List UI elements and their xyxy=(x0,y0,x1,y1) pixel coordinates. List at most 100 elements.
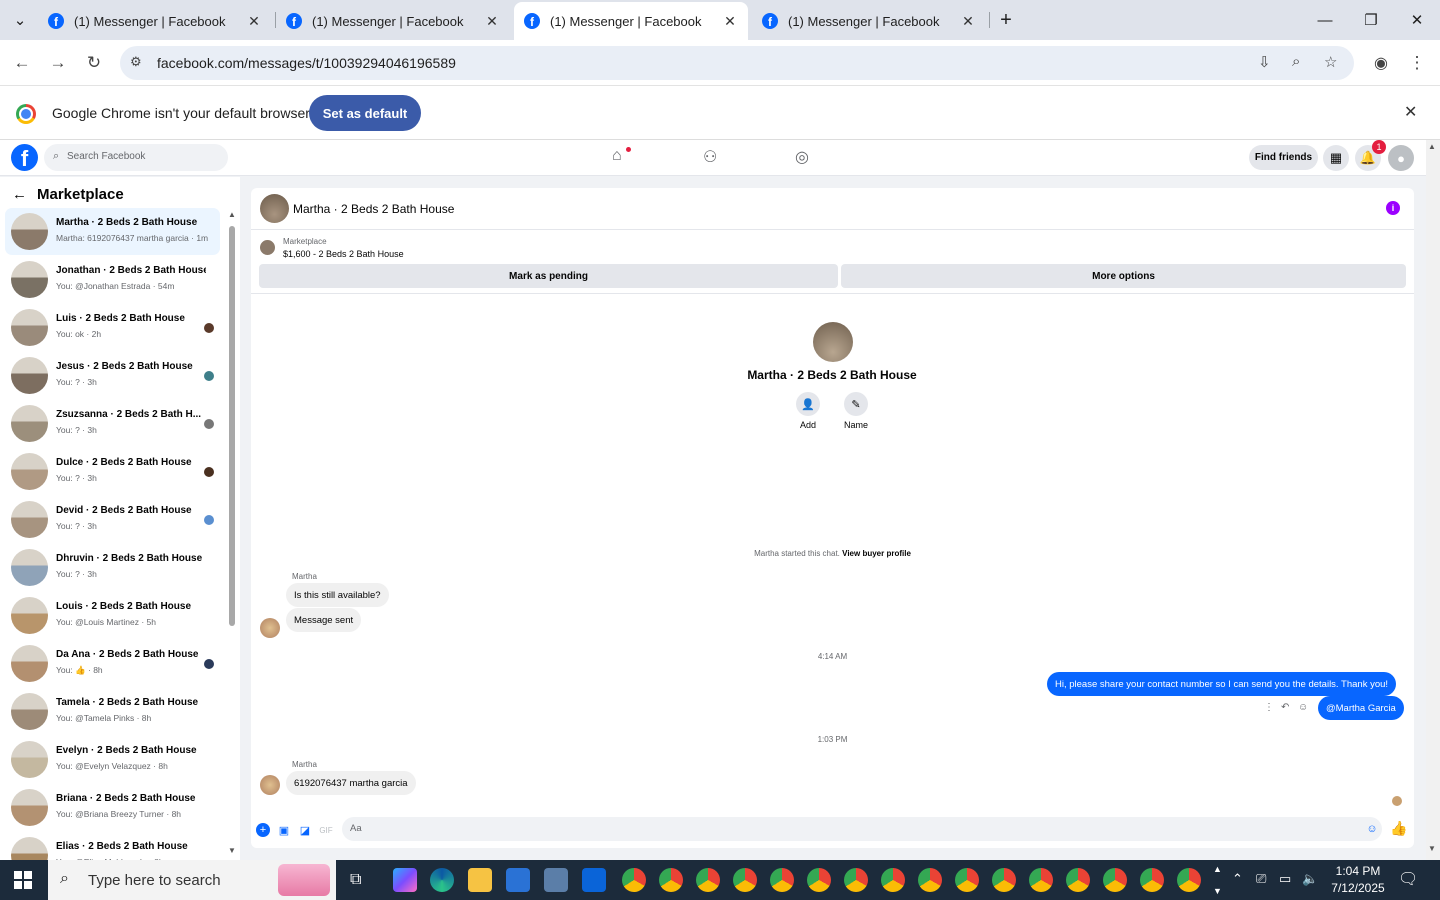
plus-circle-icon[interactable]: + xyxy=(256,823,270,837)
react-emoji-icon[interactable]: ☺ xyxy=(1298,702,1308,713)
groups-icon[interactable]: ◎ xyxy=(795,147,809,167)
conversation-item[interactable]: Devid · 2 Beds 2 Bath House You: ? · 3h xyxy=(5,496,220,543)
photo-icon[interactable]: ▣ xyxy=(277,823,291,837)
scroll-up-icon[interactable]: ▲ xyxy=(1213,864,1222,874)
windows-start-icon[interactable] xyxy=(14,871,32,889)
close-infobar-icon[interactable]: ✕ xyxy=(1404,102,1417,122)
chrome-profile-icon[interactable] xyxy=(1103,868,1127,892)
edge-icon[interactable] xyxy=(430,868,454,892)
chrome-profile-icon[interactable] xyxy=(770,868,794,892)
conversation-item[interactable]: Da Ana · 2 Beds 2 Bath House You: 👍 · 8h xyxy=(5,640,220,687)
chrome-profile-icon[interactable] xyxy=(1177,868,1201,892)
conversation-item[interactable]: Jonathan · 2 Beds 2 Bath House You: @Jona… xyxy=(5,256,220,303)
browser-tab-2[interactable]: f (1) Messenger | Facebook ✕ xyxy=(276,2,510,40)
chrome-profile-icon[interactable] xyxy=(696,868,720,892)
conversation-item[interactable]: Dulce · 2 Beds 2 Bath House You: ? · 3h xyxy=(5,448,220,495)
scroll-up-icon[interactable]: ▲ xyxy=(1428,142,1436,151)
profile-avatar[interactable] xyxy=(813,322,853,362)
conversation-item[interactable]: Briana · 2 Beds 2 Bath House You: @Briana… xyxy=(5,784,220,831)
pencil-icon[interactable]: ✎ xyxy=(844,392,868,416)
browser-tab-4[interactable]: f (1) Messenger | Facebook ✕ xyxy=(752,2,986,40)
scroll-up-icon[interactable]: ▲ xyxy=(228,210,236,219)
new-tab-button[interactable]: + xyxy=(986,0,1026,40)
emoji-icon[interactable]: ☺ xyxy=(1365,822,1379,836)
info-icon[interactable]: i xyxy=(1386,201,1400,215)
address-bar[interactable]: ⚙ facebook.com/messages/t/10039294046196… xyxy=(120,46,1354,80)
menu-grid-icon[interactable]: ▦ xyxy=(1323,145,1349,171)
add-action[interactable]: 👤 Add xyxy=(788,392,828,430)
scroll-down-icon[interactable]: ▼ xyxy=(1428,844,1436,853)
page-scrollbar[interactable]: ▲ ▼ xyxy=(1426,140,1440,860)
find-friends-button[interactable]: Find friends xyxy=(1249,145,1318,170)
mark-as-pending-button[interactable]: Mark as pending xyxy=(259,264,838,288)
sticker-icon[interactable]: ◪ xyxy=(298,823,312,837)
tab-search-dropdown[interactable]: ⌄ xyxy=(0,0,40,40)
listing-price[interactable]: $1,600 - 2 Beds 2 Bath House xyxy=(283,249,404,259)
message-bubble-outgoing[interactable]: @Martha Garcia xyxy=(1318,696,1404,720)
network-icon[interactable]: ▭ xyxy=(1279,871,1291,887)
url-text[interactable]: facebook.com/messages/t/1003929404619658… xyxy=(157,55,456,71)
conversation-item[interactable]: Luis · 2 Beds 2 Bath House You: ok · 2h xyxy=(5,304,220,351)
facebook-search-input[interactable]: ⌕ Search Facebook xyxy=(44,144,228,171)
friends-icon[interactable]: ⚇ xyxy=(703,147,717,167)
browser-tab-1[interactable]: f (1) Messenger | Facebook ✕ xyxy=(38,2,272,40)
thumbs-up-icon[interactable]: 👍 xyxy=(1390,820,1407,836)
scroll-down-icon[interactable]: ▼ xyxy=(228,846,236,855)
minimize-button[interactable]: — xyxy=(1302,0,1348,40)
close-tab-icon[interactable]: ✕ xyxy=(960,13,976,30)
set-as-default-button[interactable]: Set as default xyxy=(309,95,421,131)
chrome-profile-icon[interactable] xyxy=(955,868,979,892)
message-input[interactable]: Aa xyxy=(342,817,1382,841)
chrome-profile-icon[interactable] xyxy=(733,868,757,892)
message-bubble-incoming[interactable]: Message sent xyxy=(286,608,362,632)
task-view-icon[interactable]: ⧉ xyxy=(350,871,361,889)
account-avatar-icon[interactable]: ● xyxy=(1388,145,1414,171)
sender-avatar[interactable] xyxy=(260,618,280,638)
notification-center-icon[interactable]: 🗨 xyxy=(1398,869,1418,889)
reload-button[interactable]: ↻ xyxy=(79,48,109,78)
conversation-item[interactable]: Dhruvin · 2 Beds 2 Bath House You: ? · 3h xyxy=(5,544,220,591)
app-icon[interactable] xyxy=(544,868,568,892)
home-icon[interactable]: ⌂ xyxy=(612,147,622,165)
close-tab-icon[interactable]: ✕ xyxy=(484,13,500,30)
chrome-profile-icon[interactable] xyxy=(622,868,646,892)
outlook-icon[interactable] xyxy=(582,868,606,892)
chat-avatar[interactable] xyxy=(260,194,289,223)
chrome-profile-icon[interactable] xyxy=(844,868,868,892)
conversation-item[interactable]: Zsuzsanna · 2 Beds 2 Bath H... You: ? · 3… xyxy=(5,400,220,447)
message-bubble-incoming[interactable]: 6192076437 martha garcia xyxy=(286,771,416,795)
chrome-profile-icon[interactable] xyxy=(881,868,905,892)
name-action[interactable]: ✎ Name xyxy=(836,392,876,430)
bookmark-star-icon[interactable]: ☆ xyxy=(1324,53,1337,71)
message-bubble-incoming[interactable]: Is this still available? xyxy=(286,583,389,607)
volume-icon[interactable]: 🔈 xyxy=(1302,871,1318,887)
back-arrow-icon[interactable]: ← xyxy=(12,186,27,203)
chrome-profile-icon[interactable] xyxy=(1140,868,1164,892)
facebook-logo-icon[interactable]: f xyxy=(11,144,38,171)
chrome-profile-icon[interactable] xyxy=(1029,868,1053,892)
chrome-profile-icon[interactable] xyxy=(1066,868,1090,892)
meet-now-icon[interactable]: ⎚ xyxy=(1256,871,1266,887)
chat-title[interactable]: Martha · 2 Beds 2 Bath House xyxy=(293,202,454,216)
sidebar-scrollbar[interactable]: ▲ ▼ xyxy=(228,210,236,858)
gif-icon[interactable]: GIF xyxy=(319,823,333,837)
close-window-button[interactable]: ✕ xyxy=(1394,0,1440,40)
store-icon[interactable] xyxy=(506,868,530,892)
chrome-profile-icon[interactable] xyxy=(807,868,831,892)
install-app-icon[interactable]: ⇩ xyxy=(1258,53,1271,71)
message-bubble-outgoing[interactable]: Hi, please share your contact number so … xyxy=(1047,672,1397,696)
taskbar-search[interactable]: ⌕ Type here to search xyxy=(48,860,336,900)
profile-icon[interactable]: ◉ xyxy=(1366,48,1396,78)
maximize-button[interactable]: ❐ xyxy=(1348,0,1394,40)
clock[interactable]: 1:04 PM 7/12/2025 xyxy=(1322,863,1394,897)
reply-icon[interactable]: ↶ xyxy=(1281,702,1289,713)
close-tab-icon[interactable]: ✕ xyxy=(246,13,262,30)
conversation-item[interactable]: Louis · 2 Beds 2 Bath House You: @Louis M… xyxy=(5,592,220,639)
chrome-profile-icon[interactable] xyxy=(918,868,942,892)
conversation-item[interactable]: Tamela · 2 Beds 2 Bath House You: @Tamela… xyxy=(5,688,220,735)
more-kebab-icon[interactable]: ⋮ xyxy=(1264,702,1274,713)
sender-avatar[interactable] xyxy=(260,775,280,795)
add-person-icon[interactable]: 👤 xyxy=(796,392,820,416)
chrome-profile-icon[interactable] xyxy=(992,868,1016,892)
forward-button[interactable]: → xyxy=(43,48,73,78)
